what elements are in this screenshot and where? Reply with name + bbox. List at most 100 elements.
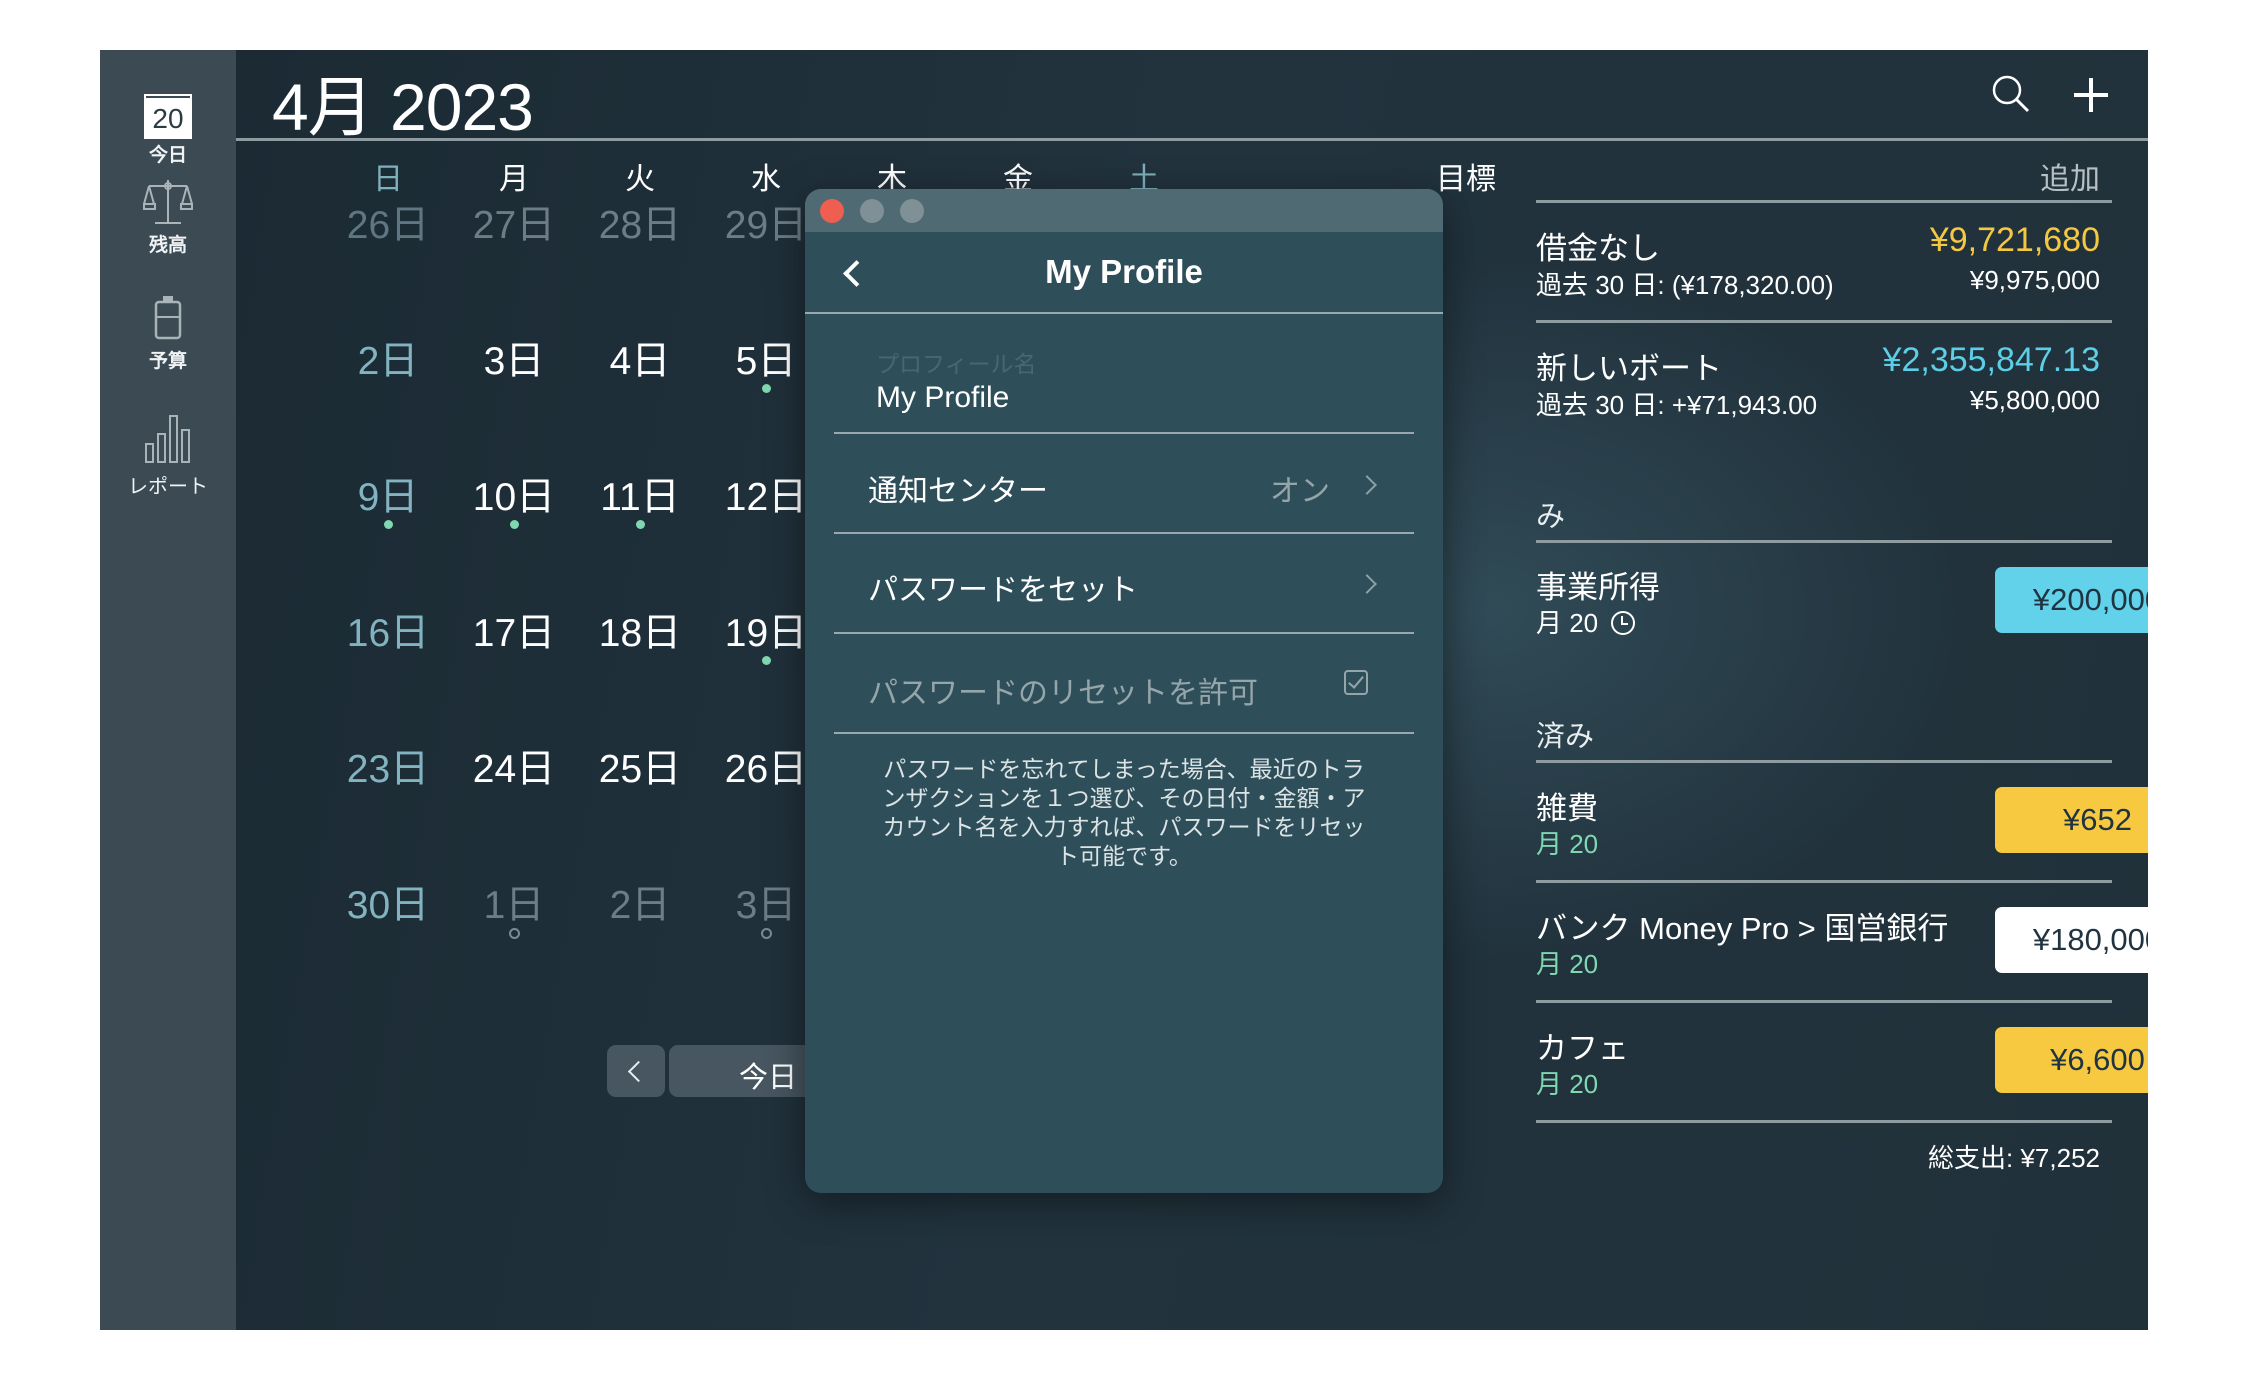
scheduled-section-label: み	[1536, 501, 1566, 533]
total-expense: 総支出: ¥7,252	[1928, 1143, 2100, 1173]
calendar-day[interactable]: 1日	[454, 874, 574, 930]
amount-badge[interactable]: ¥200,000	[1995, 567, 2148, 633]
goal-title: 借金なし	[1536, 231, 1660, 266]
chevron-left-icon	[627, 1060, 650, 1083]
transaction-title: 雑費	[1536, 791, 1598, 826]
amount-badge[interactable]: ¥180,000	[1995, 907, 2148, 973]
allow-reset-checkbox[interactable]	[1344, 670, 1368, 695]
transaction-indicator-dot	[636, 520, 645, 529]
add-goal-button[interactable]: 追加	[2040, 154, 2100, 198]
close-button[interactable]	[820, 199, 844, 223]
divider	[805, 312, 1443, 314]
calendar-day[interactable]: 3日	[454, 330, 574, 386]
calendar-day[interactable]: 4日	[580, 330, 700, 386]
notification-label: 通知センター	[868, 475, 1048, 508]
sidebar-item-balance[interactable]: 残高	[100, 178, 236, 288]
sidebar-item-label: レポート	[128, 476, 208, 498]
weekday-wed: 水	[751, 163, 781, 196]
calendar-day[interactable]: 16日	[328, 602, 448, 658]
goal-target: ¥5,800,000	[1969, 385, 2100, 415]
amount-badge[interactable]: ¥6,600	[1995, 1027, 2148, 1093]
calendar-day[interactable]: 17日	[454, 602, 574, 658]
profile-dialog: My Profile プロフィール名 My Profile 通知センター オン …	[805, 189, 1443, 1193]
set-password-row[interactable]: パスワードをセット	[834, 534, 1414, 632]
amount-badge[interactable]: ¥652	[1995, 787, 2148, 853]
divider	[1536, 320, 2112, 323]
sidebar-item-label: 残高	[148, 235, 187, 256]
search-icon[interactable]	[1991, 74, 2033, 116]
completed-section-label: 済み	[1536, 721, 1595, 753]
calendar-day[interactable]: 24日	[454, 738, 574, 794]
transaction-indicator-dot	[762, 384, 771, 393]
notification-center-row[interactable]: 通知センター オン	[834, 434, 1414, 532]
bar-chart-icon	[145, 415, 190, 463]
goal-subtitle: 過去 30 日: +¥71,943.00	[1536, 390, 1818, 420]
weekday-mon: 月	[499, 163, 529, 196]
calendar-icon: 20	[144, 94, 192, 139]
header-divider	[236, 138, 2148, 141]
sidebar: 20 今日 残高 予算 レポート	[100, 50, 236, 1330]
reset-description: パスワードを忘れてしまった場合、最近のトランザクションを１つ選び、その日付・金額…	[882, 756, 1366, 869]
divider	[1536, 760, 2112, 763]
prev-month-button[interactable]	[607, 1045, 665, 1097]
transaction-date-text: 月 20	[1536, 608, 1599, 638]
transaction-indicator-dot	[510, 520, 519, 529]
weekday-sun: 日	[373, 163, 403, 196]
divider	[1536, 540, 2112, 543]
calendar-day[interactable]: 30日	[328, 874, 448, 930]
calendar-day[interactable]: 28日	[580, 194, 700, 250]
sidebar-item-label: 予算	[148, 351, 187, 372]
scale-icon	[143, 180, 193, 224]
sidebar-item-budget[interactable]: 予算	[100, 296, 236, 406]
zoom-button[interactable]	[900, 199, 924, 223]
calendar-day[interactable]: 2日	[580, 874, 700, 930]
clock-icon	[1611, 611, 1636, 635]
transaction-title: カフェ	[1536, 1031, 1629, 1066]
calendar-day[interactable]: 27日	[454, 194, 574, 250]
checkmark-icon	[1348, 672, 1364, 689]
battery-icon	[154, 296, 182, 340]
goals-header: 目標	[1436, 163, 1496, 196]
divider	[1536, 1120, 2112, 1123]
dialog-titlebar[interactable]	[805, 189, 1443, 232]
transaction-date: 月 20	[1536, 1069, 1599, 1099]
transaction-indicator-dot	[762, 656, 771, 665]
today-button-label: 今日	[739, 1062, 798, 1094]
calendar-day[interactable]: 9日	[328, 466, 448, 522]
plus-icon[interactable]	[2072, 76, 2110, 114]
divider	[1536, 1000, 2112, 1003]
goal-amount: ¥2,355,847.13	[1882, 341, 2100, 379]
calendar-day[interactable]: 25日	[580, 738, 700, 794]
transaction-title: バンク Money Pro > 国営銀行	[1536, 911, 1949, 946]
goal-target: ¥9,975,000	[1969, 265, 2100, 295]
transaction-title: 事業所得	[1536, 570, 1660, 605]
calendar-day[interactable]: 2日	[328, 330, 448, 386]
chevron-right-icon	[1357, 475, 1377, 495]
divider	[1536, 880, 2112, 883]
page-title: 4月 2023	[272, 70, 534, 144]
allow-reset-row[interactable]: パスワードのリセットを許可	[834, 634, 1414, 732]
calendar-icon-day: 20	[152, 103, 184, 134]
calendar-day[interactable]: 11日	[580, 466, 700, 522]
divider	[1536, 200, 2112, 203]
profile-name-field[interactable]: プロフィール名 My Profile	[834, 329, 1414, 429]
calendar-day[interactable]: 23日	[328, 738, 448, 794]
transaction-indicator-dot	[761, 928, 772, 939]
chevron-right-icon	[1357, 574, 1377, 594]
sidebar-item-label: 今日	[148, 145, 187, 166]
calendar-day[interactable]: 18日	[580, 602, 700, 658]
calendar-day[interactable]: 26日	[328, 194, 448, 250]
divider	[834, 732, 1414, 734]
minimize-button[interactable]	[860, 199, 884, 223]
set-password-label: パスワードをセット	[868, 574, 1138, 607]
notification-value: オン	[1270, 475, 1330, 508]
calendar-day[interactable]: 10日	[454, 466, 574, 522]
transaction-date: 月 20	[1536, 829, 1599, 859]
sidebar-item-reports[interactable]: レポート	[100, 414, 236, 534]
profile-name-value: My Profile	[876, 381, 1010, 414]
transaction-indicator-dot	[384, 520, 393, 529]
weekday-tue: 火	[625, 163, 655, 196]
transaction-indicator-dot	[509, 928, 520, 939]
transaction-date: 月 20	[1536, 603, 1636, 640]
goal-title: 新しいボート	[1536, 351, 1722, 386]
